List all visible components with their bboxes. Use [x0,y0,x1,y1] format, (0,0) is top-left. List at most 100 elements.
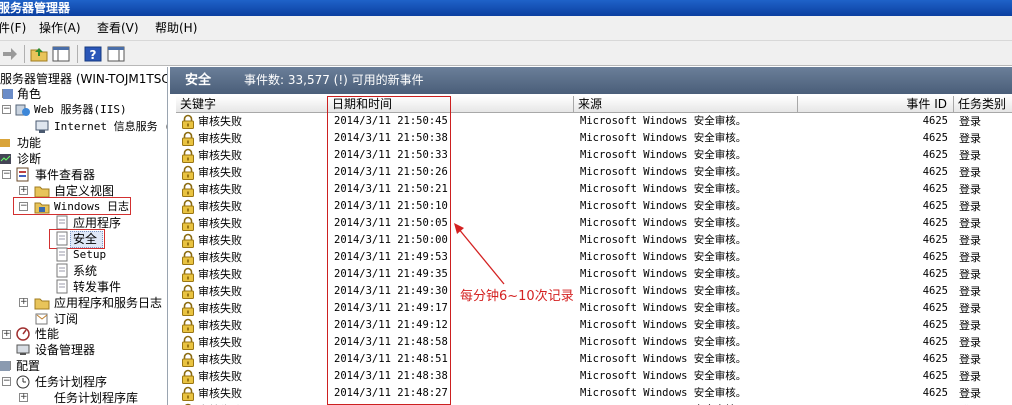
expand-icon[interactable]: + [19,298,28,307]
performance-icon [15,326,31,341]
column-header-event-id[interactable]: 事件 ID [798,96,954,113]
lock-icon [181,369,195,384]
highlight-box-security [49,229,105,249]
cell-event-id: 4625 [922,268,948,280]
cell-task-category: 登录 [959,217,981,230]
cell-task-category: 登录 [959,234,981,247]
table-row[interactable]: 审核失败 2014/3/11 21:50:45 Microsoft Windows … [176,113,1012,130]
column-header-task-category[interactable]: 任务类别 [954,96,1012,113]
cell-task-category: 登录 [959,115,981,128]
event-list: 关键字 日期和时间 来源 事件 ID 任务类别 审核失败 2014/3/11 21… [176,96,1012,405]
tree-item-app-service-logs[interactable]: 应用程序和服务日志 [54,295,162,311]
tree-item-system[interactable]: 系统 [73,263,97,279]
expand-icon[interactable]: + [19,186,28,195]
menu-help[interactable]: 帮助(H) [155,16,197,40]
lock-icon [181,216,195,231]
table-row[interactable]: 审核失败 2014/3/11 21:50:38 Microsoft Windows … [176,130,1012,147]
tree-item-configuration[interactable]: 配置 [16,358,40,374]
cell-source: Microsoft Windows 安全审核。 [580,387,747,399]
cell-event-id: 4625 [922,387,948,399]
menu-file[interactable]: 件(F) [0,16,26,40]
cell-task-category: 登录 [959,302,981,315]
cell-keyword: 审核失败 [198,234,242,247]
tree-item-performance[interactable]: 性能 [35,326,59,342]
navigation-tree: 服务器管理器 (WIN-TOJM1TSC4E − 角色 − Web 服务器(II… [0,67,168,405]
tree-item-features[interactable]: 功能 [17,135,41,151]
cell-event-id: 4625 [922,166,948,178]
cell-task-category: 登录 [959,200,981,213]
toolbar-separator [77,45,78,63]
table-row[interactable]: 审核失败 2014/3/11 21:49:35 Microsoft Windows … [176,266,1012,283]
cell-event-id: 4625 [922,132,948,144]
pane-header: 安全 事件数: 33,577 (!) 可用的新事件 [170,67,1012,94]
cell-task-category: 登录 [959,319,981,332]
cell-event-id: 4625 [922,302,948,314]
cell-event-id: 4625 [922,336,948,348]
collapse-icon[interactable]: − [2,105,11,114]
tree-item-diagnostics[interactable]: 诊断 [17,151,41,167]
log-file-icon [54,247,70,262]
diagnostics-icon [0,151,14,166]
menu-action[interactable]: 操作(A) [39,16,81,40]
show-hide-tree-icon[interactable] [51,44,71,64]
cell-source: Microsoft Windows 安全审核。 [580,336,747,348]
cell-task-category: 登录 [959,353,981,366]
cell-keyword: 审核失败 [198,387,242,400]
tree-item-event-viewer[interactable]: 事件查看器 [35,167,95,183]
table-row[interactable]: 审核失败 2014/3/11 21:50:00 Microsoft Windows … [176,232,1012,249]
table-row[interactable]: 审核失败 2014/3/11 21:50:21 Microsoft Windows … [176,181,1012,198]
highlight-box-datetime-column [327,96,451,405]
cell-source: Microsoft Windows 安全审核。 [580,115,747,127]
cell-keyword: 审核失败 [198,149,242,162]
column-header-keyword[interactable]: 关键字 [176,96,328,113]
features-icon [0,135,14,150]
cell-event-id: 4625 [922,353,948,365]
table-row[interactable]: 审核失败 2014/3/11 21:48:51 Microsoft Windows … [176,351,1012,368]
tree-item-forwarded-events[interactable]: 转发事件 [73,279,121,295]
tree-item-task-library[interactable]: 任务计划程序库 [54,390,138,405]
table-row[interactable]: 审核失败 2014/3/11 21:48:27 Microsoft Windows … [176,385,1012,402]
table-row[interactable]: 审核失败 2014/3/11 21:50:05 Microsoft Windows … [176,215,1012,232]
lock-icon [181,318,195,333]
table-row[interactable]: 审核失败 2014/3/11 21:50:33 Microsoft Windows … [176,147,1012,164]
column-header-source[interactable]: 来源 [574,96,798,113]
table-row[interactable]: 审核失败 2014/3/11 21:50:26 Microsoft Windows … [176,164,1012,181]
tree-item-subscriptions[interactable]: 订阅 [54,311,78,327]
table-row[interactable]: 审核失败 2014/3/11 21:50:10 Microsoft Windows … [176,198,1012,215]
up-folder-icon[interactable] [29,44,49,64]
clock-icon [15,374,31,389]
cell-task-category: 登录 [959,387,981,400]
cell-keyword: 审核失败 [198,217,242,230]
cell-event-id: 4625 [922,149,948,161]
table-row[interactable]: 审核失败 2014/3/11 21:49:30 Microsoft Windows … [176,283,1012,300]
expand-icon[interactable]: + [2,330,11,339]
collapse-icon[interactable]: − [2,170,11,179]
menu-view[interactable]: 查看(V) [97,16,139,40]
help-icon[interactable]: ? [83,44,103,64]
menu-bar: 件(F) 操作(A) 查看(V) 帮助(H) [0,16,1012,40]
table-row[interactable]: 审核失败 2014/3/11 21:49:17 Microsoft Windows … [176,300,1012,317]
lock-icon [181,386,195,401]
tree-item-task-scheduler[interactable]: 任务计划程序 [35,374,107,390]
roles-icon [0,86,16,101]
cell-keyword: 审核失败 [198,336,242,349]
toolbar-separator [24,45,25,63]
forward-arrow-icon[interactable] [0,44,20,64]
lock-icon [181,148,195,163]
collapse-icon[interactable]: − [2,377,11,386]
table-row[interactable]: 审核失败 2014/3/11 21:48:38 Microsoft Windows … [176,368,1012,385]
cell-task-category: 登录 [959,370,981,383]
table-row[interactable]: 审核失败 2014/3/11 21:49:53 Microsoft Windows … [176,249,1012,266]
tree-item-device-manager[interactable]: 设备管理器 [35,342,95,358]
properties-pane-icon[interactable] [106,44,126,64]
highlight-box-windows-logs [13,197,131,215]
window-title: 服务器管理器 [0,1,71,15]
svg-text:?: ? [90,48,97,62]
log-file-icon [54,263,70,278]
cell-source: Microsoft Windows 安全审核。 [580,353,747,365]
cell-event-id: 4625 [922,115,948,127]
table-row[interactable]: 审核失败 2014/3/11 21:49:12 Microsoft Windows … [176,317,1012,334]
expand-icon[interactable]: + [19,393,28,402]
table-row[interactable]: 审核失败 2014/3/11 21:48:58 Microsoft Windows … [176,334,1012,351]
tree-item-roles[interactable]: 角色 [17,86,41,102]
